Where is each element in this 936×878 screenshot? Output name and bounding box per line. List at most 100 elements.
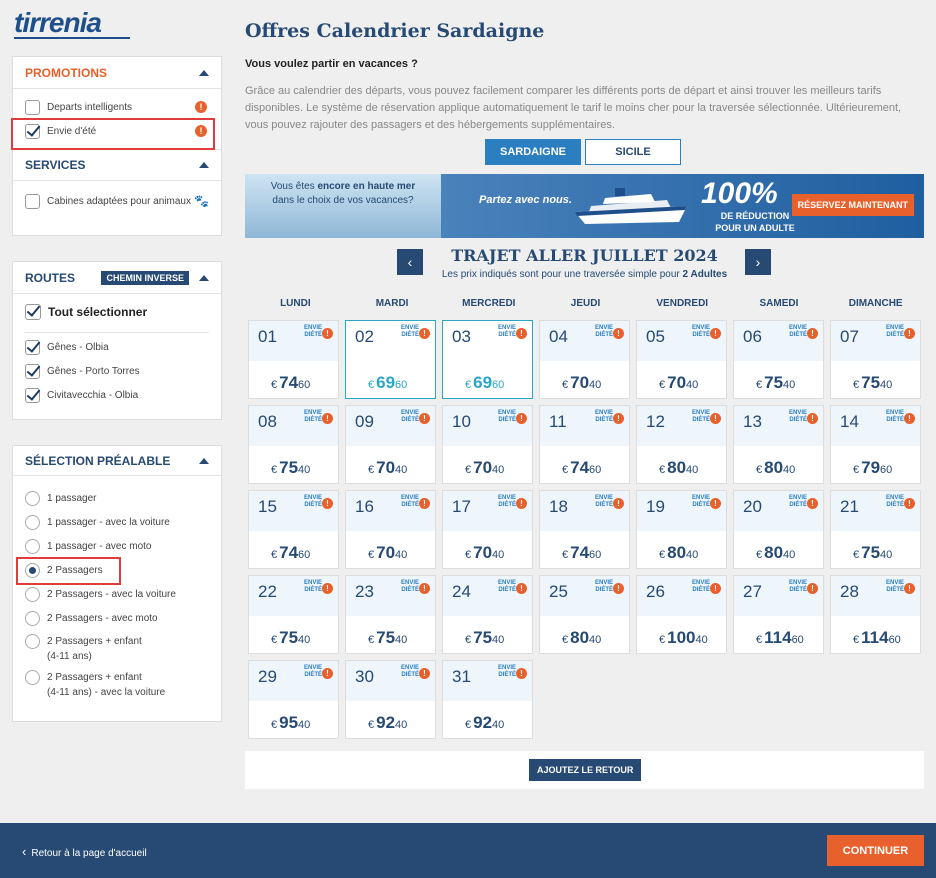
collapse-caret-icon[interactable] bbox=[199, 457, 209, 464]
calendar-day-cell[interactable]: 25 ENVIE DIÉTÉ! €8040 bbox=[539, 575, 630, 654]
price-euros: 74 bbox=[279, 373, 299, 392]
calendar-day-cell[interactable]: 05 ENVIE DIÉTÉ! €7040 bbox=[636, 320, 727, 399]
calendar-day-cell[interactable]: 30 ENVIE DIÉTÉ! €9240 bbox=[345, 660, 436, 739]
radio-button[interactable] bbox=[25, 514, 40, 530]
promo-banner[interactable]: Vous êtes encore en haute mer dans le ch… bbox=[245, 174, 924, 238]
calendar-day-cell[interactable]: 09 ENVIE DIÉTÉ! €7040 bbox=[345, 405, 436, 484]
calendar-day-cell[interactable]: 28 ENVIE DIÉTÉ! €11460 bbox=[830, 575, 921, 654]
continue-button[interactable]: CONTINUER bbox=[827, 835, 924, 866]
calendar-day-cell[interactable]: 20 ENVIE DIÉTÉ! €8040 bbox=[733, 490, 824, 569]
warning-icon: ! bbox=[419, 583, 430, 594]
month-note-adults: 2 Adultes bbox=[682, 269, 728, 280]
promo-tag-line1: ENVIE bbox=[885, 325, 904, 331]
calendar-day-cell[interactable]: 26 ENVIE DIÉTÉ! €10040 bbox=[636, 575, 727, 654]
calendar-day-cell[interactable]: 31 ENVIE DIÉTÉ! €9240 bbox=[442, 660, 533, 739]
calendar-day-cell[interactable]: 17 ENVIE DIÉTÉ! €7040 bbox=[442, 490, 533, 569]
option-2-passagers-moto[interactable]: 2 Passagers - avec moto bbox=[13, 606, 221, 630]
checkbox-checked[interactable] bbox=[25, 387, 40, 403]
tirrenia-logo[interactable]: tirrenia bbox=[14, 9, 134, 40]
calendar-day-cell[interactable]: 15 ENVIE DIÉTÉ! €7460 bbox=[248, 490, 339, 569]
calendar-day-cell[interactable]: 07 ENVIE DIÉTÉ! €7540 bbox=[830, 320, 921, 399]
day-number: 15 bbox=[258, 497, 277, 516]
collapse-caret-icon[interactable] bbox=[199, 69, 209, 76]
book-now-button[interactable]: RÉSERVEZ MAINTENANT bbox=[791, 194, 914, 216]
radio-button[interactable] bbox=[25, 586, 40, 602]
tab-sicile[interactable]: SICILE bbox=[585, 139, 681, 165]
calendar-day-cell[interactable]: 29 ENVIE DIÉTÉ! €9540 bbox=[248, 660, 339, 739]
calendar-day-cell[interactable]: 27 ENVIE DIÉTÉ! €11460 bbox=[733, 575, 824, 654]
calendar-day-cell[interactable]: 04 ENVIE DIÉTÉ! €7040 bbox=[539, 320, 630, 399]
route-genes-porto-torres[interactable]: Gênes - Porto Torres bbox=[13, 359, 221, 383]
routes-header[interactable]: ROUTES CHEMIN INVERSE bbox=[13, 262, 221, 294]
prev-month-button[interactable]: ‹ bbox=[397, 249, 423, 275]
services-header[interactable]: SERVICES bbox=[13, 149, 221, 181]
checkbox[interactable] bbox=[25, 99, 40, 115]
option-1-passager-voiture[interactable]: 1 passager - avec la voiture bbox=[13, 510, 221, 534]
day-number: 12 bbox=[646, 412, 665, 431]
day-price: €7540 bbox=[756, 373, 795, 393]
collapse-caret-icon[interactable] bbox=[199, 274, 209, 281]
promo-tag-line1: ENVIE bbox=[594, 495, 613, 501]
calendar-day-cell[interactable]: 22 ENVIE DIÉTÉ! €7540 bbox=[248, 575, 339, 654]
option-2-passagers-voiture[interactable]: 2 Passagers - avec la voiture bbox=[13, 582, 221, 606]
reverse-route-button[interactable]: CHEMIN INVERSE bbox=[101, 270, 189, 285]
price-euros: 80 bbox=[570, 628, 590, 647]
calendar-day-cell[interactable]: 10 ENVIE DIÉTÉ! €7040 bbox=[442, 405, 533, 484]
route-civitavecchia-olbia[interactable]: Civitavecchia - Olbia bbox=[13, 383, 221, 407]
tab-sardaigne[interactable]: SARDAIGNE bbox=[485, 139, 581, 165]
promo-tag: ENVIE DIÉTÉ bbox=[300, 325, 322, 339]
calendar-day-cell[interactable]: 14 ENVIE DIÉTÉ! €7960 bbox=[830, 405, 921, 484]
radio-button[interactable] bbox=[25, 634, 40, 649]
radio-button[interactable] bbox=[25, 538, 40, 554]
promo-departs-intelligents[interactable]: Departs intelligents ! bbox=[13, 95, 221, 119]
route-genes-olbia[interactable]: Gênes - Olbia bbox=[13, 335, 221, 359]
promotions-title: PROMOTIONS bbox=[25, 65, 108, 80]
currency-symbol: € bbox=[659, 549, 666, 561]
checkbox[interactable] bbox=[25, 193, 40, 209]
service-cabines-animaux[interactable]: Cabines adaptées pour animaux 🐾 bbox=[13, 189, 221, 213]
calendar-day-cell[interactable]: 13 ENVIE DIÉTÉ! €8040 bbox=[733, 405, 824, 484]
calendar-day-cell[interactable]: 08 ENVIE DIÉTÉ! €7540 bbox=[248, 405, 339, 484]
calendar-day-cell[interactable]: 01 ENVIE DIÉTÉ! €7460 bbox=[248, 320, 339, 399]
currency-symbol: € bbox=[659, 634, 666, 646]
day-price: €7040 bbox=[368, 458, 407, 478]
currency-symbol: € bbox=[271, 719, 278, 731]
calendar-day-cell[interactable]: 11 ENVIE DIÉTÉ! €7460 bbox=[539, 405, 630, 484]
promo-tag: ENVIE DIÉTÉ bbox=[494, 325, 516, 339]
calendar-day-cell[interactable]: 23 ENVIE DIÉTÉ! €7540 bbox=[345, 575, 436, 654]
radio-button[interactable] bbox=[25, 670, 40, 685]
calendar-day-cell[interactable]: 24 ENVIE DIÉTÉ! €7540 bbox=[442, 575, 533, 654]
option-1-passager-moto[interactable]: 1 passager - avec moto bbox=[13, 534, 221, 558]
calendar-day-cell[interactable]: 16 ENVIE DIÉTÉ! €7040 bbox=[345, 490, 436, 569]
calendar-day-cell[interactable]: 12 ENVIE DIÉTÉ! €8040 bbox=[636, 405, 727, 484]
radio-button[interactable] bbox=[25, 610, 40, 626]
preselection-header[interactable]: SÉLECTION PRÉALABLE bbox=[13, 446, 221, 476]
collapse-caret-icon[interactable] bbox=[199, 162, 209, 168]
calendar-day-cell[interactable]: 18 ENVIE DIÉTÉ! €7460 bbox=[539, 490, 630, 569]
promotions-header[interactable]: PROMOTIONS bbox=[13, 57, 221, 89]
select-all-routes[interactable]: Tout sélectionner bbox=[13, 294, 221, 330]
day-price: €7460 bbox=[271, 543, 310, 563]
weekday-label: DIMANCHE bbox=[848, 298, 903, 309]
price-euros: 70 bbox=[570, 373, 590, 392]
checkbox-checked[interactable] bbox=[25, 363, 40, 379]
calendar-day-cell[interactable]: 21 ENVIE DIÉTÉ! €7540 bbox=[830, 490, 921, 569]
calendar-day-cell[interactable]: 19 ENVIE DIÉTÉ! €8040 bbox=[636, 490, 727, 569]
calendar-day-cell[interactable]: 02 ENVIE DIÉTÉ! €6960 bbox=[345, 320, 436, 399]
checkbox-checked[interactable] bbox=[25, 304, 41, 320]
promo-tag-line2: DIÉTÉ bbox=[595, 502, 613, 508]
option-1-passager[interactable]: 1 passager bbox=[13, 486, 221, 510]
option-2-passagers-enfant[interactable]: 2 Passagers + enfant (4-11 ans) bbox=[13, 630, 221, 668]
calendar-day-cell[interactable]: 06 ENVIE DIÉTÉ! €7540 bbox=[733, 320, 824, 399]
add-return-button[interactable]: AJOUTEZ LE RETOUR bbox=[529, 759, 642, 781]
option-2-passagers-enfant-voiture[interactable]: 2 Passagers + enfant (4-11 ans) - avec l… bbox=[13, 668, 221, 706]
checkbox-checked[interactable] bbox=[25, 339, 40, 355]
radio-button[interactable] bbox=[25, 490, 40, 506]
day-number: 25 bbox=[549, 582, 568, 601]
calendar-day-cell[interactable]: 03 ENVIE DIÉTÉ! €6960 bbox=[442, 320, 533, 399]
next-month-button[interactable]: › bbox=[745, 249, 771, 275]
back-home-link[interactable]: ‹ Retour à la page d'accueil bbox=[22, 844, 147, 859]
promo-tag-line2: DIÉTÉ bbox=[304, 332, 322, 338]
warning-icon: ! bbox=[613, 328, 624, 339]
price-euros: 80 bbox=[667, 543, 687, 562]
